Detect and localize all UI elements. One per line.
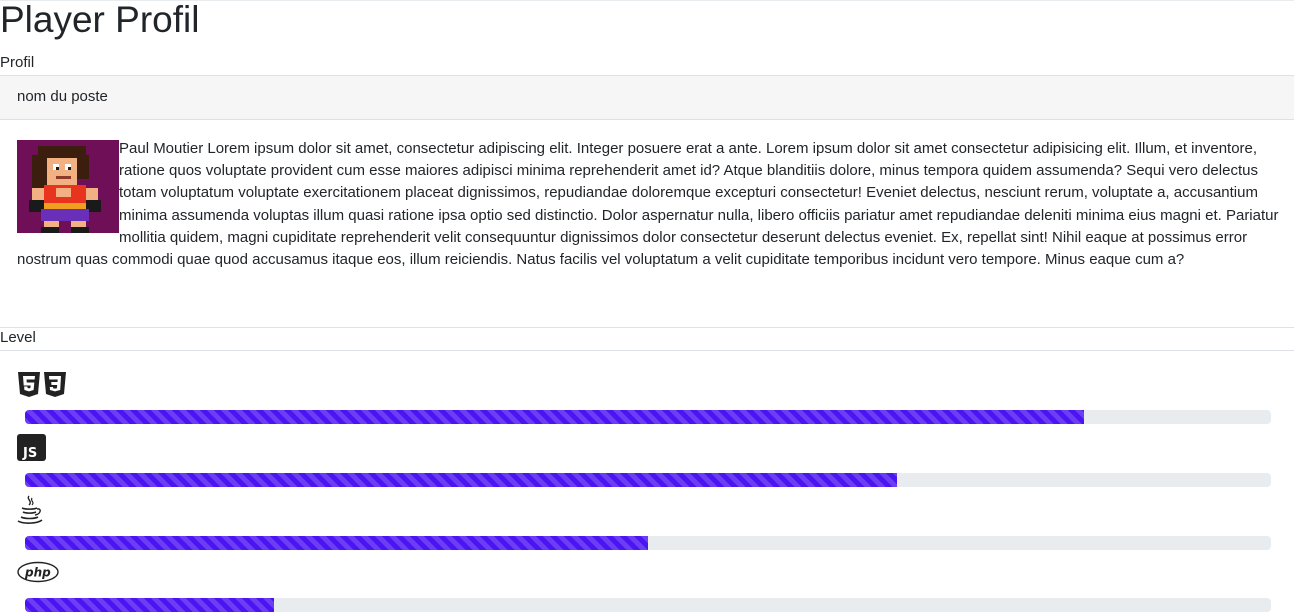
php-icon: php: [17, 561, 59, 588]
pixel-character-avatar: [17, 140, 119, 233]
card-header: nom du poste: [0, 75, 1294, 120]
divider: [0, 327, 1294, 328]
level-section-label: Level: [0, 329, 36, 346]
skill-progress-html-css: [25, 410, 1271, 424]
svg-text:php: php: [24, 566, 51, 580]
skill-progress-javascript: [25, 473, 1271, 487]
java-icon: [17, 495, 43, 530]
skill-progress-bar: [25, 410, 1085, 424]
bio-text: Paul Moutier Lorem ipsum dolor sit amet,…: [17, 140, 1279, 269]
skill-progress-bar: [25, 473, 898, 487]
page-title: Player Profil: [0, 0, 200, 40]
skill-progress-bar: [25, 536, 648, 550]
job-title: nom du poste: [17, 88, 108, 105]
profile-section-label: Profil: [0, 54, 35, 71]
svg-text:JS: JS: [22, 446, 37, 461]
bio-block: Paul Moutier Lorem ipsum dolor sit amet,…: [17, 138, 1282, 271]
skill-progress-java: [25, 536, 1271, 550]
html5-css3-icon: [17, 371, 67, 403]
javascript-icon: JS: [17, 434, 46, 466]
divider: [0, 350, 1294, 351]
